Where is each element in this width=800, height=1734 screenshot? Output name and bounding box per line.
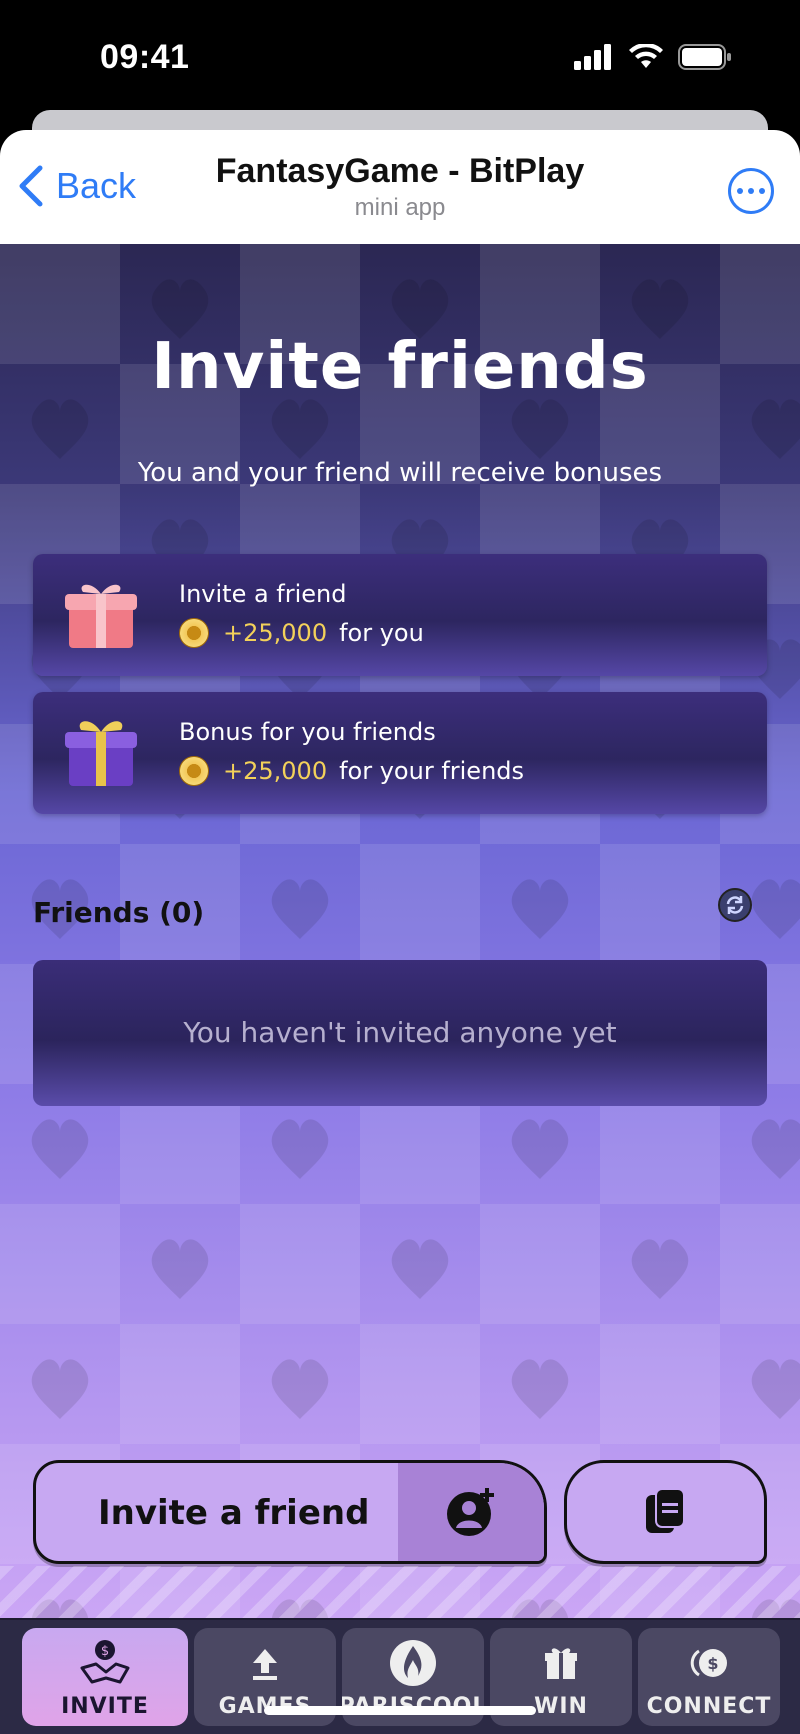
bottom-nav: $ INVITE GAMES PARISCOOL	[0, 1618, 800, 1734]
battery-icon	[678, 44, 731, 70]
invite-button-label: Invite a friend	[98, 1493, 370, 1533]
signal-icon	[574, 44, 611, 70]
bonus-suffix: for you	[339, 619, 424, 647]
invite-friend-button[interactable]: Invite a friend	[33, 1460, 547, 1564]
decorative-stripes	[0, 1566, 800, 1618]
status-time: 09:41	[100, 38, 190, 76]
bonus-reward: +25,000 for you	[179, 618, 424, 648]
app-title: FantasyGame - BitPlay	[215, 152, 585, 190]
gift-icon	[545, 1648, 577, 1679]
nav-invite[interactable]: $ INVITE	[22, 1628, 188, 1726]
upload-icon	[253, 1649, 277, 1680]
status-icons	[574, 44, 732, 70]
nav-connect[interactable]: $ CONNECT	[638, 1628, 780, 1726]
invite-icon-area	[398, 1463, 544, 1561]
page-subtitle: You and your friend will receive bonuses	[137, 458, 663, 488]
handshake-icon: $	[80, 1640, 130, 1684]
dot	[737, 188, 743, 194]
friends-count-label: Friends (0)	[33, 896, 205, 929]
empty-message: You haven't invited anyone yet	[183, 1016, 617, 1049]
nav-label: INVITE	[61, 1694, 149, 1719]
app-subtitle: mini app	[354, 194, 446, 221]
status-bar: 09:41	[0, 0, 800, 118]
home-indicator	[264, 1706, 536, 1715]
svg-text:$: $	[101, 1644, 109, 1659]
more-options-button[interactable]	[728, 168, 774, 214]
coin-icon: $	[690, 1649, 727, 1677]
bonus-reward: +25,000 for your friends	[179, 756, 524, 786]
invite-bonus-card: Invite a friend +25,000 for you	[33, 554, 767, 676]
bonus-amount: +25,000	[223, 619, 328, 647]
nav-label: WIN	[534, 1694, 588, 1719]
refresh-icon	[726, 896, 744, 914]
dot	[748, 188, 754, 194]
page-title: Invite friends	[151, 330, 649, 404]
friends-list-empty: You haven't invited anyone yet	[33, 960, 767, 1106]
refresh-button[interactable]	[718, 888, 752, 922]
wifi-icon	[629, 44, 663, 68]
svg-text:$: $	[707, 1654, 718, 1673]
mini-app-header: Back FantasyGame - BitPlay mini app	[0, 130, 800, 244]
bonus-title: Bonus for you friends	[179, 718, 436, 746]
pink-gift-icon	[65, 584, 137, 648]
copy-link-button[interactable]	[564, 1460, 767, 1564]
purple-gift-icon	[65, 721, 137, 786]
flame-icon	[390, 1640, 436, 1686]
bonus-suffix: for your friends	[339, 757, 525, 785]
copy-icon	[645, 1488, 685, 1533]
coin-icon	[179, 756, 209, 786]
bonus-amount: +25,000	[223, 757, 328, 785]
bonus-title: Invite a friend	[179, 580, 347, 608]
main-content[interactable]: Invite friends You and your friend will …	[0, 244, 800, 1618]
dot	[759, 188, 765, 194]
friend-bonus-card: Bonus for you friends +25,000 for your f…	[33, 692, 767, 814]
nav-label: CONNECT	[646, 1694, 772, 1719]
background-pattern	[0, 244, 800, 1618]
coin-icon	[179, 618, 209, 648]
add-user-icon	[447, 1488, 494, 1536]
